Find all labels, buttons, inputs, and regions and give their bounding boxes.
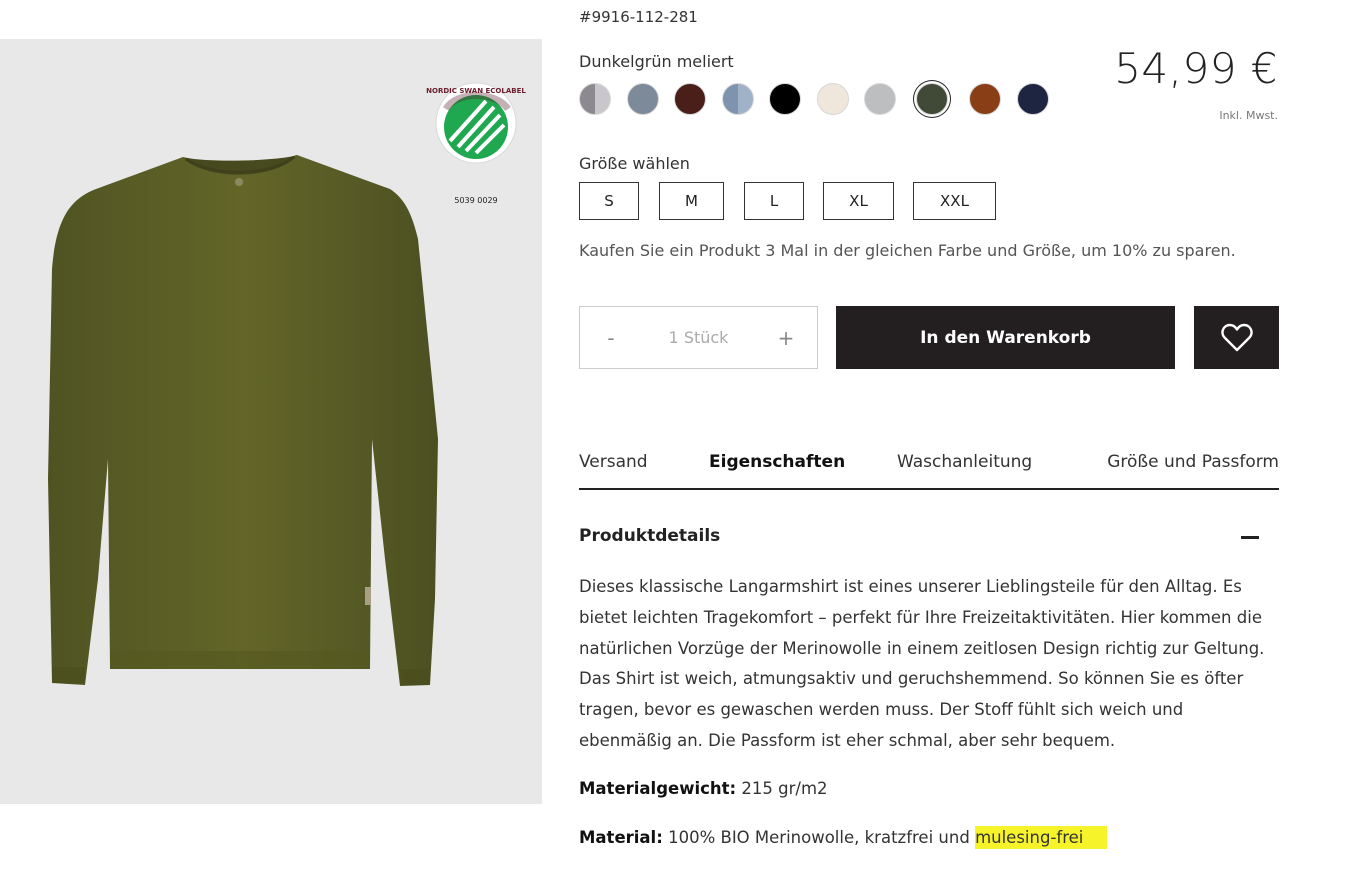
size-button-m[interactable]: M — [659, 182, 724, 220]
swatch-navy[interactable] — [1017, 83, 1049, 115]
swatch-blaugrau[interactable] — [627, 83, 659, 115]
swatch-hellgrau[interactable] — [864, 83, 896, 115]
material-label: Material: — [579, 828, 663, 847]
price-tax-note: Inkl. Mwst. — [1219, 109, 1278, 122]
product-image[interactable]: NORDIC SWAN ECOLABEL 5039 0029 — [0, 39, 542, 804]
shirt-illustration: NORDIC SWAN ECOLABEL 5039 0029 — [48, 82, 526, 686]
quantity-stepper: - 1 Stück + — [579, 306, 818, 369]
material-weight: Materialgewicht: 215 gr/m2 — [579, 779, 828, 798]
quantity-input[interactable]: 1 Stück — [642, 328, 755, 347]
bulk-discount-note: Kaufen Sie ein Produkt 3 Mal in der glei… — [579, 241, 1236, 260]
swatch-dunkelgruen-meliert[interactable] — [916, 83, 948, 115]
swatch-grau-melange[interactable] — [579, 83, 611, 115]
product-details-header[interactable]: Produktdetails — [579, 526, 1279, 550]
add-to-cart-button[interactable]: In den Warenkorb — [836, 306, 1175, 369]
minus-icon[interactable] — [1241, 536, 1259, 539]
size-button-xxl[interactable]: XXL — [913, 182, 996, 220]
selected-color-name: Dunkelgrün meliert — [579, 52, 734, 71]
material-highlight: mulesing-frei — [975, 826, 1108, 849]
product-info-tabs: Versand Eigenschaften Waschanleitung Grö… — [579, 448, 1279, 490]
tab-waschanleitung[interactable]: Waschanleitung — [897, 452, 1032, 472]
size-label: Größe wählen — [579, 154, 690, 173]
quantity-increase-button[interactable]: + — [755, 326, 817, 350]
material-value: 100% BIO Merinowolle, kratzfrei und — [668, 828, 970, 847]
svg-text:NORDIC SWAN ECOLABEL: NORDIC SWAN ECOLABEL — [426, 87, 526, 95]
tab-versand[interactable]: Versand — [579, 452, 648, 472]
quantity-decrease-button[interactable]: - — [580, 326, 642, 350]
product-description: Dieses klassische Langarmshirt ist eines… — [579, 577, 1265, 750]
swatch-rauchblau[interactable] — [722, 83, 754, 115]
swatch-schwarz[interactable] — [769, 83, 801, 115]
heart-icon — [1220, 323, 1253, 351]
product-details-title: Produktdetails — [579, 526, 721, 546]
svg-text:5039 0029: 5039 0029 — [454, 196, 497, 205]
product-sku: #9916-112-281 — [579, 8, 698, 26]
wishlist-button[interactable] — [1194, 306, 1279, 369]
size-button-s[interactable]: S — [579, 182, 639, 220]
swatch-natur[interactable] — [817, 83, 849, 115]
material-weight-value: 215 gr/m2 — [741, 779, 828, 798]
swatch-rost[interactable] — [969, 83, 1001, 115]
swatch-schokobraun[interactable] — [674, 83, 706, 115]
material: Material: 100% BIO Merinowolle, kratzfre… — [579, 826, 1108, 849]
tab-groesse-und-passform[interactable]: Größe und Passform — [1107, 452, 1279, 472]
material-weight-label: Materialgewicht: — [579, 779, 737, 798]
nordic-swan-ecolabel-icon: NORDIC SWAN ECOLABEL 5039 0029 — [426, 82, 526, 205]
size-button-l[interactable]: L — [744, 182, 804, 220]
tab-eigenschaften[interactable]: Eigenschaften — [709, 452, 845, 472]
size-button-xl[interactable]: XL — [823, 182, 894, 220]
shirt-body — [48, 155, 438, 686]
product-price: 54,99 € — [1114, 44, 1278, 93]
